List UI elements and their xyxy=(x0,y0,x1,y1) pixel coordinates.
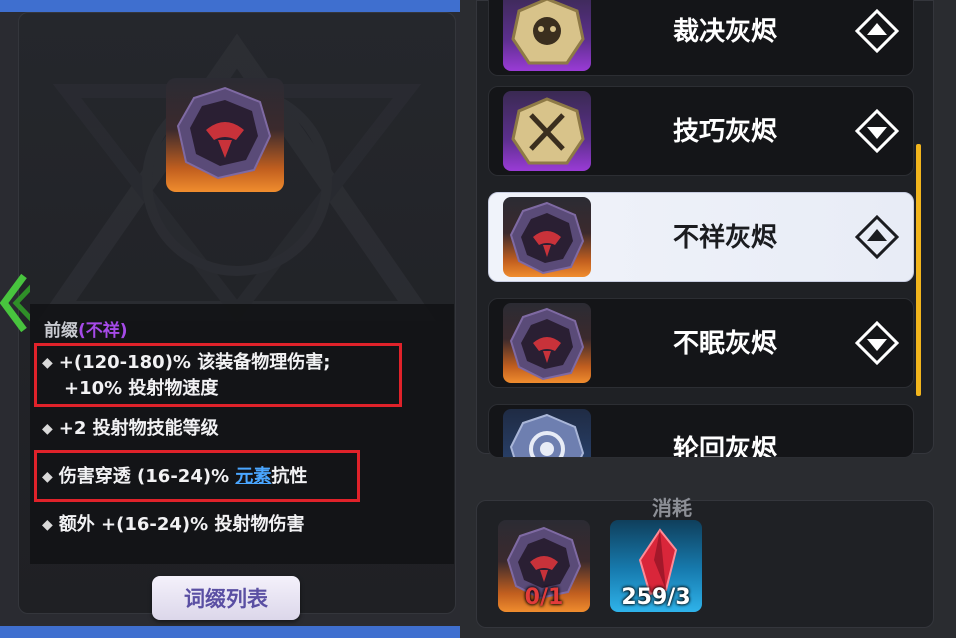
cost-count: 259/3 xyxy=(621,585,691,610)
cost-count: 0/1 xyxy=(524,585,564,610)
skull-ember-icon xyxy=(503,0,591,71)
highlight-box-2 xyxy=(34,450,360,502)
diamond-bullet-icon: ◆ xyxy=(42,421,53,437)
crossed-blades-ember-icon xyxy=(503,91,591,171)
top-strip xyxy=(0,0,460,12)
cost-item-red-crystal[interactable]: 259/3 xyxy=(610,520,702,612)
list-scrollbar[interactable] xyxy=(916,144,921,396)
affix-line-4: ◆ 额外 +(16-24)% 投射物伤害 xyxy=(42,510,304,536)
swirl-ember-icon xyxy=(503,409,591,457)
diamond-down-toggle-icon[interactable] xyxy=(855,109,899,153)
diamond-bullet-icon: ◆ xyxy=(42,517,53,533)
list-item-judgment-ember[interactable]: 裁决灰烬 xyxy=(488,0,914,76)
list-item-label: 技巧灰烬 xyxy=(673,117,778,147)
sleepless-ember-icon xyxy=(503,303,591,383)
highlight-box-1 xyxy=(34,343,402,407)
chevron-left-icon[interactable] xyxy=(0,268,30,338)
diamond-down-toggle-icon[interactable] xyxy=(855,321,899,365)
bottom-strip xyxy=(0,626,460,638)
affix-text: 额外 +(16-24)% 投射物伤害 xyxy=(58,514,305,535)
list-item-sleepless-ember[interactable]: 不眠灰烬 xyxy=(488,298,914,388)
ominous-ember-icon xyxy=(503,197,591,277)
list-item-label: 裁决灰烬 xyxy=(673,17,778,47)
ominous-ember-large-icon xyxy=(166,78,284,192)
list-item-samsara-ember[interactable]: 轮回灰烬 xyxy=(488,404,914,458)
affix-text: +2 投射物技能等级 xyxy=(58,418,219,439)
list-item-skill-ember[interactable]: 技巧灰烬 xyxy=(488,86,914,176)
list-item-label: 轮回灰烬 xyxy=(673,435,778,458)
cost-item-ominous-ember[interactable]: 0/1 xyxy=(498,520,590,612)
cost-title: 消耗 xyxy=(652,496,692,520)
diamond-up-toggle-icon[interactable] xyxy=(855,9,899,53)
list-item-label: 不祥灰烬 xyxy=(673,223,778,253)
affix-line-2: ◆ +2 投射物技能等级 xyxy=(42,414,219,440)
affix-header: 前缀(不祥) xyxy=(44,316,128,341)
list-item-ominous-ember[interactable]: 不祥灰烬 xyxy=(488,192,914,282)
diamond-up-toggle-icon[interactable] xyxy=(855,215,899,259)
affix-header-label: 前缀 xyxy=(44,321,78,341)
affix-list-button[interactable]: 词缀列表 xyxy=(152,576,300,620)
affix-header-tag: (不祥) xyxy=(78,321,128,341)
list-item-label: 不眠灰烬 xyxy=(673,329,778,359)
